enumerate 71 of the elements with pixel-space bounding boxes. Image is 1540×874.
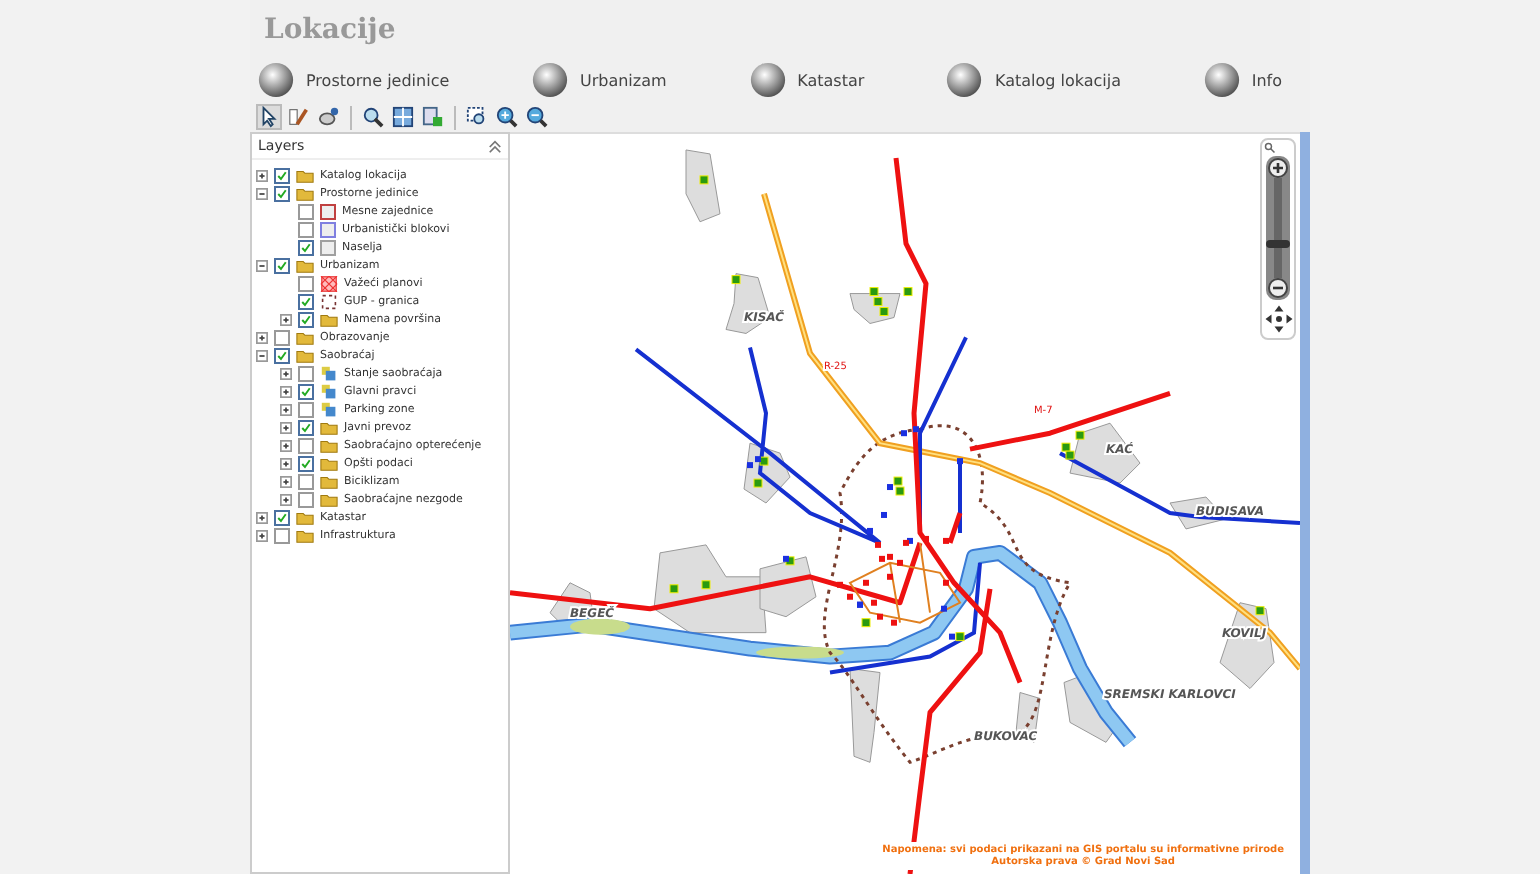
zoomin-tool[interactable]	[494, 104, 520, 130]
checkbox[interactable]	[274, 185, 290, 201]
expander-icon[interactable]	[280, 439, 292, 451]
expander-icon[interactable]	[256, 259, 268, 271]
folder-icon	[296, 257, 314, 273]
expander-icon[interactable]	[280, 421, 292, 433]
expander-icon[interactable]	[280, 457, 292, 469]
zoom-thumb[interactable]	[1266, 240, 1290, 248]
checkbox[interactable]	[298, 491, 314, 507]
town-area	[849, 668, 881, 763]
sphere-icon	[1203, 62, 1240, 98]
sphere-icon	[749, 62, 786, 98]
page-title: Lokacije	[262, 12, 398, 50]
zoom-out-icon[interactable]	[1268, 278, 1288, 298]
menu-item[interactable]: Prostorne jedinice	[258, 62, 450, 98]
info-tool[interactable]	[316, 104, 342, 130]
town-area	[1069, 422, 1141, 484]
checkbox[interactable]	[274, 257, 290, 273]
expander-icon[interactable]	[280, 313, 292, 325]
expander-icon[interactable]	[280, 367, 292, 379]
checkbox[interactable]	[298, 455, 314, 471]
expander-icon[interactable]	[256, 169, 268, 181]
search-icon[interactable]	[1264, 142, 1276, 154]
find-tool[interactable]	[360, 104, 386, 130]
checkbox[interactable]	[298, 221, 314, 237]
town-area	[685, 149, 721, 223]
collapse-icon[interactable]	[488, 139, 502, 153]
select-tool[interactable]	[256, 104, 282, 130]
expander-icon[interactable]	[280, 493, 292, 505]
checkbox[interactable]	[274, 347, 290, 363]
sphere-icon	[531, 62, 568, 98]
checkbox[interactable]	[274, 527, 290, 543]
expander-icon[interactable]	[256, 187, 268, 199]
hatched-icon	[320, 275, 338, 291]
checkbox[interactable]	[274, 167, 290, 183]
expander-icon[interactable]	[256, 511, 268, 523]
checkbox[interactable]	[298, 239, 314, 255]
expander-icon[interactable]	[280, 475, 292, 487]
checkbox[interactable]	[298, 311, 314, 327]
sphere-icon	[946, 62, 983, 98]
pan-arrows-icon[interactable]	[1263, 304, 1293, 334]
edit-tool[interactable]	[286, 104, 312, 130]
expander-icon[interactable]	[256, 529, 268, 541]
checkbox[interactable]	[298, 365, 314, 381]
menu-item[interactable]: Info	[1203, 62, 1282, 98]
expander-icon[interactable]	[280, 385, 292, 397]
menu-item[interactable]: Katalog lokacija	[946, 62, 1122, 98]
zoom-slider[interactable]	[1266, 156, 1290, 300]
checkbox[interactable]	[298, 473, 314, 489]
checkbox[interactable]	[274, 509, 290, 525]
extent-tool[interactable]	[390, 104, 416, 130]
expander-icon[interactable]	[256, 349, 268, 361]
menu-item[interactable]: Katastar	[749, 62, 865, 98]
checkbox[interactable]	[298, 419, 314, 435]
expander-icon[interactable]	[256, 331, 268, 343]
zoombox-tool[interactable]	[464, 104, 490, 130]
expander-icon[interactable]	[280, 403, 292, 415]
zoom-in-icon[interactable]	[1268, 158, 1288, 178]
town-area	[1219, 602, 1275, 689]
checkbox[interactable]	[298, 293, 314, 309]
checkbox[interactable]	[298, 401, 314, 417]
menu-item[interactable]: Urbanizam	[531, 62, 667, 98]
checkbox[interactable]	[298, 437, 314, 453]
checkbox[interactable]	[298, 203, 314, 219]
dashed-outline-icon	[320, 293, 338, 309]
sphere-icon	[258, 62, 294, 98]
checkbox[interactable]	[298, 383, 314, 399]
checkbox[interactable]	[298, 275, 314, 291]
zoomout-tool[interactable]	[524, 104, 550, 130]
checkbox[interactable]	[274, 329, 290, 345]
export-tool[interactable]	[420, 104, 446, 130]
